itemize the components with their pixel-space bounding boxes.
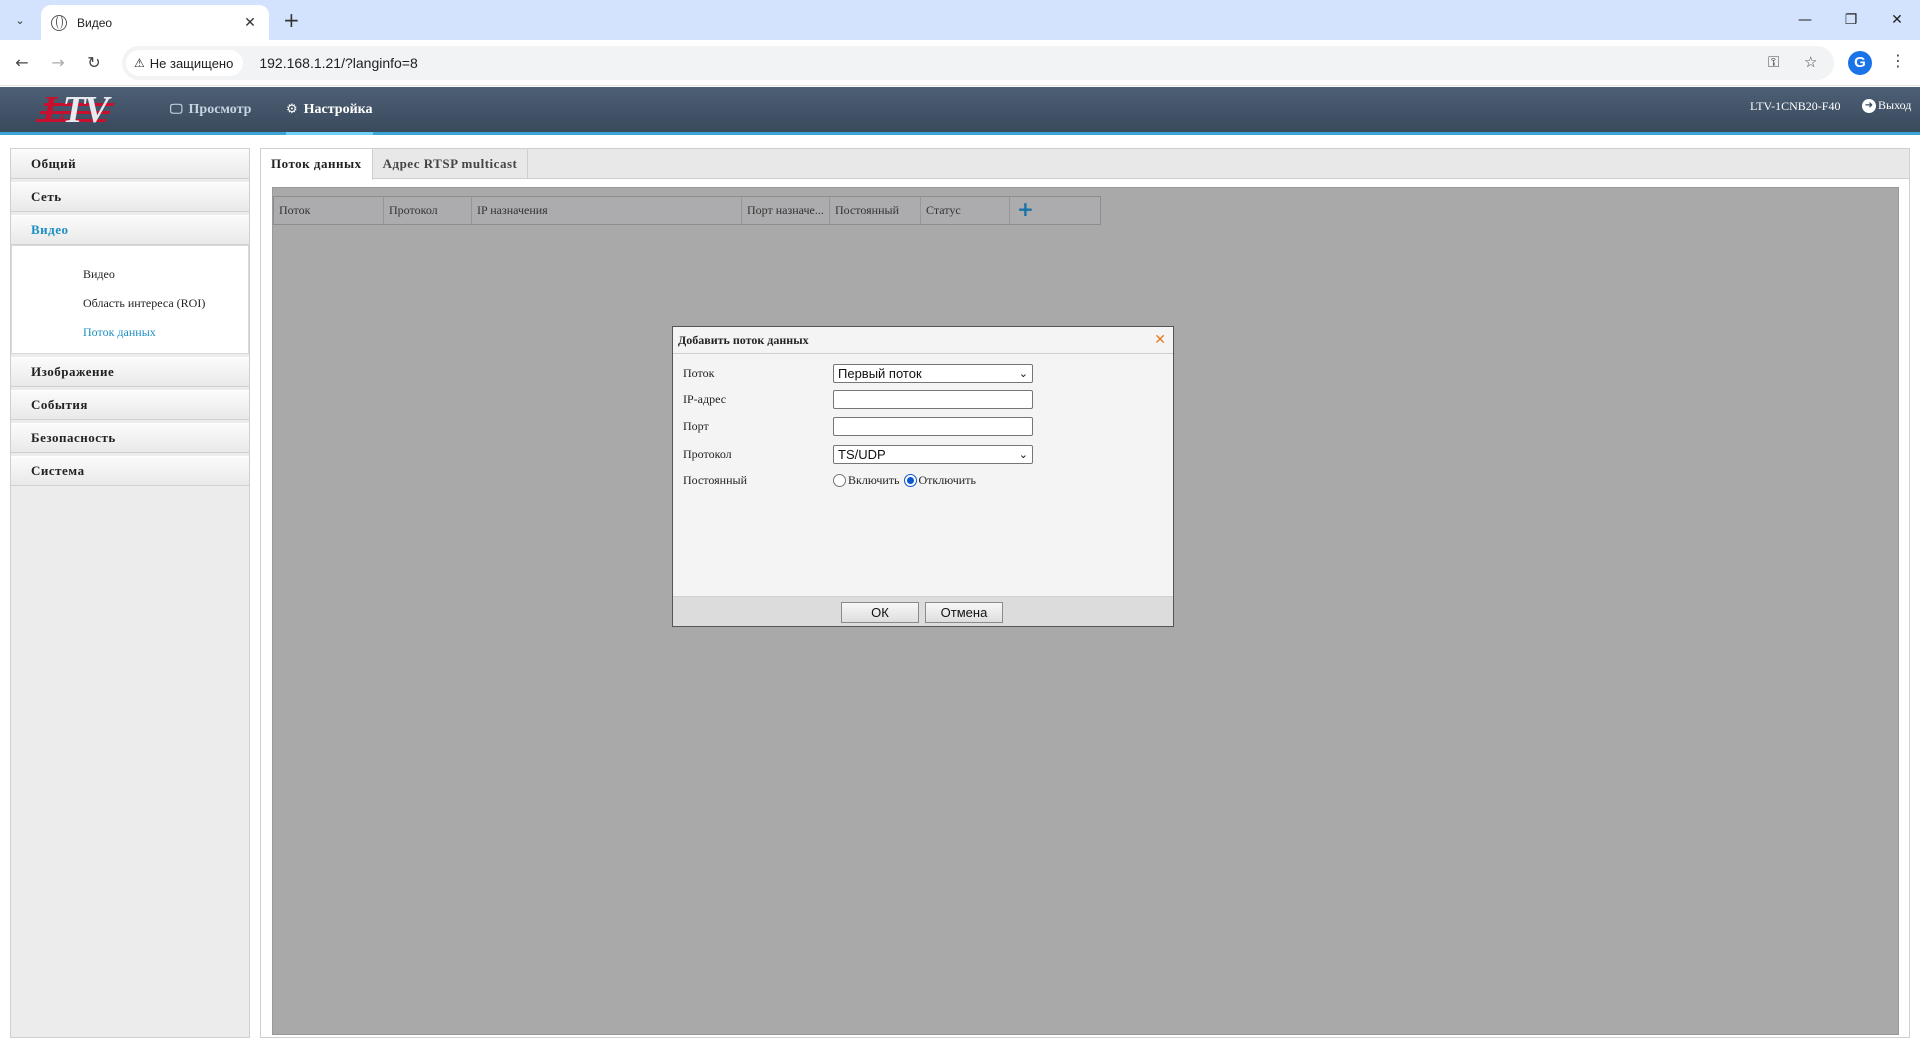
sidebar-item-image[interactable]: Изображение xyxy=(11,357,249,387)
reload-button[interactable]: ↻ xyxy=(82,51,106,75)
persistent-on-radio[interactable] xyxy=(833,474,846,487)
col-dest-ip[interactable]: IP назначения xyxy=(472,197,742,224)
submenu-item-video[interactable]: Видео xyxy=(12,260,248,289)
monitor-icon: 🖵 xyxy=(170,102,183,117)
browser-tabstrip: ⌄ Видео ✕ + — ❐ ✕ xyxy=(0,0,1920,40)
persistent-row: Постоянный Включить Отключить xyxy=(683,473,980,488)
col-dest-port[interactable]: Порт назначе... xyxy=(742,197,830,224)
address-bar[interactable]: ⚠ Не защищено 192.168.1.21/?langinfo=8 ⚿… xyxy=(122,46,1834,80)
port-input[interactable] xyxy=(833,417,1033,436)
persistent-off-radio[interactable] xyxy=(903,474,917,487)
stream-table-header: Поток Протокол IP назначения Порт назнач… xyxy=(273,196,1101,225)
port-row: Порт xyxy=(683,417,1033,436)
persistent-on-label[interactable]: Включить xyxy=(848,473,900,488)
back-button[interactable]: ← xyxy=(10,51,34,75)
logout-label: Выход xyxy=(1878,98,1912,112)
browser-menu-icon[interactable]: ⋮ xyxy=(1890,51,1906,70)
nav-preview[interactable]: 🖵 Просмотр xyxy=(170,87,251,132)
persistent-label: Постоянный xyxy=(683,473,747,487)
submenu-item-roi[interactable]: Область интереса (ROI) xyxy=(12,289,248,318)
tab-title: Видео xyxy=(77,15,113,30)
sidebar-item-system[interactable]: Система xyxy=(11,456,249,486)
url-text: 192.168.1.21/?langinfo=8 xyxy=(259,55,418,71)
forward-button[interactable]: → xyxy=(46,51,70,75)
settings-sidebar: Общий Сеть Видео Видео Область интереса … xyxy=(10,148,250,1038)
logout-icon: ➜ xyxy=(1862,98,1876,113)
minimize-button[interactable]: — xyxy=(1790,6,1820,34)
close-tab-icon[interactable]: ✕ xyxy=(241,15,259,31)
gear-icon: ⚙ xyxy=(286,102,298,117)
tab-rtsp-multicast[interactable]: Адрес RTSP multicast xyxy=(373,149,529,178)
col-persistent[interactable]: Постоянный xyxy=(830,197,921,224)
close-icon[interactable]: ✕ xyxy=(1154,327,1166,353)
cancel-button[interactable]: Отмена xyxy=(925,602,1003,623)
browser-toolbar: ← → ↻ ⚠ Не защищено 192.168.1.21/?langin… xyxy=(0,40,1920,86)
browser-tab[interactable]: Видео ✕ xyxy=(41,5,269,40)
nav-settings[interactable]: ⚙ Настройка xyxy=(286,87,373,135)
stream-row: Поток Первый поток ⌄ xyxy=(683,364,1033,383)
persistent-off-label[interactable]: Отключить xyxy=(919,473,976,488)
chevron-down-icon: ⌄ xyxy=(1018,448,1028,461)
video-submenu: Видео Область интереса (ROI) Поток данны… xyxy=(11,245,249,354)
sidebar-item-network[interactable]: Сеть xyxy=(11,182,249,212)
bookmark-star-icon[interactable]: ☆ xyxy=(1804,53,1817,71)
content-tabs: Поток данных Адрес RTSP multicast xyxy=(261,149,1909,180)
stream-select[interactable]: Первый поток ⌄ xyxy=(833,364,1033,383)
ltv-logo: LTV xyxy=(35,91,122,129)
globe-icon xyxy=(51,14,67,31)
ip-input[interactable] xyxy=(833,390,1033,409)
stream-label: Поток xyxy=(683,366,715,380)
tab-data-stream[interactable]: Поток данных xyxy=(261,149,373,180)
dialog-title: Добавить поток данных xyxy=(678,333,809,347)
profile-avatar[interactable]: G xyxy=(1848,51,1872,75)
close-window-button[interactable]: ✕ xyxy=(1882,6,1912,34)
sidebar-item-security[interactable]: Безопасность xyxy=(11,423,249,453)
nav-preview-label: Просмотр xyxy=(188,101,252,117)
security-chip[interactable]: ⚠ Не защищено xyxy=(126,50,244,76)
submenu-item-data-stream[interactable]: Поток данных xyxy=(12,318,248,347)
col-status[interactable]: Статус xyxy=(921,197,1010,224)
dialog-title-bar: Добавить поток данных ✕ xyxy=(673,327,1173,354)
sidebar-item-video[interactable]: Видео xyxy=(11,215,249,245)
ip-row: IP-адрес xyxy=(683,390,1033,409)
port-label: Порт xyxy=(683,419,709,433)
col-protocol[interactable]: Протокол xyxy=(384,197,472,224)
app-header: LTV 🖵 Просмотр ⚙ Настройка LTV-1CNB20-F4… xyxy=(0,87,1920,135)
protocol-label: Протокол xyxy=(683,447,732,461)
tab-search-icon[interactable]: ⌄ xyxy=(8,8,32,32)
protocol-row: Протокол TS/UDP ⌄ xyxy=(683,445,1033,464)
sidebar-item-general[interactable]: Общий xyxy=(11,149,249,179)
stream-select-value: Первый поток xyxy=(838,366,922,381)
dialog-footer: ОК Отмена xyxy=(673,596,1173,626)
sidebar-item-events[interactable]: События xyxy=(11,390,249,420)
security-label: Не защищено xyxy=(149,55,234,71)
ip-label: IP-адрес xyxy=(683,392,727,406)
add-stream-icon[interactable]: + xyxy=(1010,197,1034,224)
col-stream[interactable]: Поток xyxy=(274,197,384,224)
chevron-down-icon: ⌄ xyxy=(1018,367,1028,380)
warning-icon: ⚠ xyxy=(134,56,145,70)
logout-button[interactable]: ➜ Выход xyxy=(1862,98,1911,113)
protocol-select-value: TS/UDP xyxy=(838,447,886,462)
nav-settings-label: Настройка xyxy=(303,101,373,117)
restore-button[interactable]: ❐ xyxy=(1836,6,1866,34)
ok-button[interactable]: ОК xyxy=(841,602,919,623)
key-icon[interactable]: ⚿ xyxy=(1768,53,1779,71)
new-tab-button[interactable]: + xyxy=(283,8,300,32)
protocol-select[interactable]: TS/UDP ⌄ xyxy=(833,445,1033,464)
add-stream-dialog: Добавить поток данных ✕ Поток Первый пот… xyxy=(672,326,1174,627)
device-name: LTV-1CNB20-F40 xyxy=(1750,99,1841,113)
